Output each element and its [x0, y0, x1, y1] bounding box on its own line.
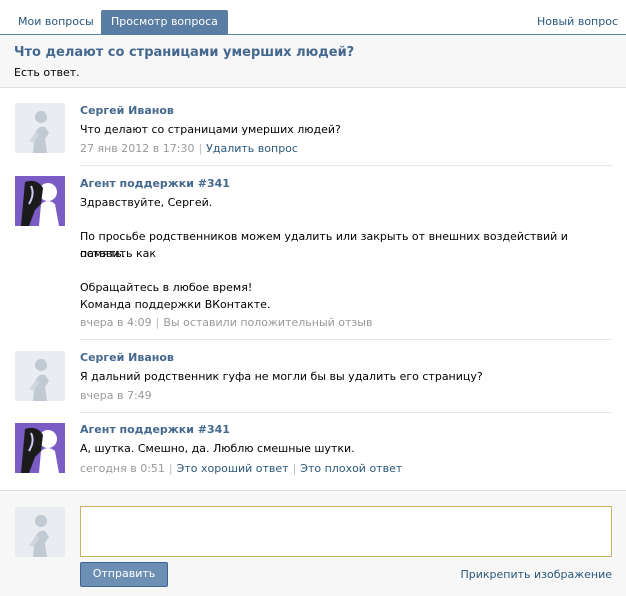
bad-answer-link[interactable]: Это плохой ответ [300, 462, 402, 475]
message-meta: 27 янв 2012 в 17:30 | Удалить вопрос [80, 142, 298, 155]
reply-input[interactable] [80, 506, 612, 557]
message-time: вчера в 4:09 [80, 316, 152, 329]
message-meta: вчера в 7:49 [80, 389, 152, 402]
message-line: А, шутка. Смешно, да. Люблю смешные шутк… [80, 442, 355, 455]
divider [80, 165, 612, 166]
question-status: Есть ответ. [14, 66, 80, 79]
send-button[interactable]: Отправить [80, 562, 168, 587]
question-header: Что делают со страницами умерших людей? … [0, 36, 626, 88]
message-line [80, 262, 610, 279]
divider [80, 339, 612, 340]
message-line: Что делают со страницами умерших людей? [80, 123, 341, 136]
separator: | [155, 316, 160, 329]
delete-question-link[interactable]: Удалить вопрос [206, 142, 298, 155]
message-line: память. [80, 247, 126, 260]
separator: | [198, 142, 203, 155]
tabs-bar: Мои вопросы Просмотр вопроса Новый вопро… [0, 0, 626, 35]
message-author[interactable]: Агент поддержки #341 [80, 423, 230, 436]
message-line: Команда поддержки ВКонтакте. [80, 298, 271, 311]
tab-view-question[interactable]: Просмотр вопроса [101, 10, 228, 35]
message-text: Здравствуйте, Сергей. По просьбе родстве… [80, 194, 610, 313]
user-avatar-icon[interactable] [15, 351, 65, 401]
message-meta: сегодня в 0:51 | Это хороший ответ | Это пло… [80, 462, 402, 475]
message-line: Здравствуйте, Сергей. [80, 196, 213, 209]
separator: | [168, 462, 173, 475]
message-time: сегодня в 0:51 [80, 462, 165, 475]
message-author[interactable]: Сергей Иванов [80, 104, 174, 117]
message-text: Я дальний родственник гуфа не могли бы в… [80, 368, 610, 385]
user-avatar-icon[interactable] [15, 507, 65, 557]
tab-my-questions[interactable]: Мои вопросы [8, 10, 104, 35]
question-title: Что делают со страницами умерших людей? [14, 45, 355, 60]
message-line: Я дальний родственник гуфа не могли бы в… [80, 370, 483, 383]
message-line: Обращайтесь в любое время! [80, 281, 253, 294]
message-text: А, шутка. Смешно, да. Люблю смешные шутк… [80, 440, 610, 457]
agent-avatar-icon[interactable] [15, 176, 65, 226]
message-author[interactable]: Агент поддержки #341 [80, 177, 230, 190]
user-avatar-icon[interactable] [15, 103, 65, 153]
message-text: Что делают со страницами умерших людей? [80, 121, 610, 138]
feedback-status: Вы оставили положительный отзыв [163, 316, 373, 329]
message-meta: вчера в 4:09 | Вы оставили положительный о… [80, 316, 372, 329]
attach-image-link[interactable]: Прикрепить изображение [460, 568, 612, 581]
message-line [80, 211, 610, 228]
agent-avatar-icon[interactable] [15, 423, 65, 473]
separator: | [292, 462, 297, 475]
tab-new-question[interactable]: Новый вопрос [537, 10, 618, 35]
reply-form: Отправить Прикрепить изображение [0, 490, 626, 596]
good-answer-link[interactable]: Это хороший ответ [177, 462, 289, 475]
divider [80, 412, 612, 413]
message-line: По просьбе родственников можем удалить и… [80, 230, 568, 260]
message-time: 27 янв 2012 в 17:30 [80, 142, 195, 155]
message-time: вчера в 7:49 [80, 389, 152, 402]
message-author[interactable]: Сергей Иванов [80, 351, 174, 364]
